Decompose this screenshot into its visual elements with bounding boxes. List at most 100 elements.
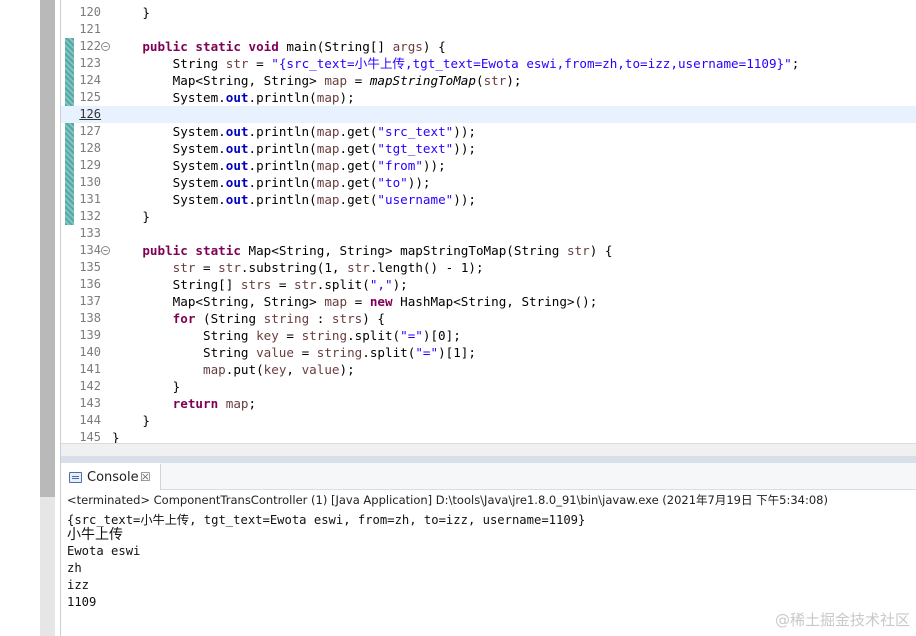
code-token: "src_text": [377, 124, 454, 139]
code-text: str = str.substring(1, str.length() - 1)…: [112, 259, 484, 276]
code-line[interactable]: 125 System.out.println(map);: [61, 89, 916, 106]
code-line[interactable]: 145}: [61, 429, 916, 443]
code-line[interactable]: 132 }: [61, 208, 916, 225]
code-token: public static void: [142, 39, 279, 54]
code-text: System.out.println(map.get("tgt_text"));: [112, 140, 476, 157]
code-token: .get(: [339, 192, 378, 207]
line-number: 143: [79, 396, 101, 410]
output-line: {src_text=小牛上传, tgt_text=Ewota eswi, fro…: [67, 513, 586, 527]
code-token: }: [112, 209, 150, 224]
line-number: 122: [79, 39, 101, 53]
code-line[interactable]: 126: [61, 106, 916, 123]
code-line[interactable]: 131 System.out.println(map.get("username…: [61, 191, 916, 208]
code-token: .println(: [248, 90, 317, 105]
code-line[interactable]: 142 }: [61, 378, 916, 395]
line-number: 124: [79, 73, 101, 87]
code-line[interactable]: 120 }: [61, 4, 916, 21]
code-line[interactable]: 133: [61, 225, 916, 242]
code-token: Map<String, String>: [112, 73, 325, 88]
code-token: map: [324, 73, 348, 88]
code-token: )[1];: [438, 345, 476, 360]
line-number: 144: [79, 413, 101, 427]
code-token: value: [301, 362, 340, 377]
code-line[interactable]: 139 String key = string.split("=")[0];: [61, 327, 916, 344]
fold-toggle-icon[interactable]: −: [101, 42, 110, 51]
line-number: 131: [79, 192, 101, 206]
code-line[interactable]: 141 map.put(key, value);: [61, 361, 916, 378]
line-number: 141: [79, 362, 101, 376]
code-token: string: [316, 345, 363, 360]
code-token: ",": [369, 277, 393, 292]
tab-console[interactable]: Console ☒: [61, 463, 161, 490]
code-token: )[0];: [422, 328, 461, 343]
code-token: :: [309, 311, 332, 326]
code-line[interactable]: 122− public static void main(String[] ar…: [61, 38, 916, 55]
fold-toggle-icon[interactable]: −: [101, 246, 110, 255]
code-token: .println(: [248, 158, 317, 173]
code-line[interactable]: 129 System.out.println(map.get("from"));: [61, 157, 916, 174]
code-token: =: [347, 294, 370, 309]
code-line[interactable]: 127 System.out.println(map.get("src_text…: [61, 123, 916, 140]
code-line[interactable]: 137 Map<String, String> map = new HashMa…: [61, 293, 916, 310]
left-margin: [0, 0, 40, 636]
editor-horizontal-scrollbar[interactable]: [61, 443, 916, 456]
code-token: "username": [377, 192, 454, 207]
code-token: System.: [112, 124, 226, 139]
code-token: value: [256, 345, 294, 360]
code-line[interactable]: 138 for (String string : strs) {: [61, 310, 916, 327]
line-number: 140: [79, 345, 101, 359]
code-token: }: [112, 5, 150, 20]
code-token: ) {: [362, 311, 386, 326]
code-line[interactable]: 121: [61, 21, 916, 38]
code-line[interactable]: 123 String str = "{src_text=小牛上传,tgt_tex…: [61, 55, 916, 72]
code-token: Map<String, String>: [112, 294, 325, 309]
code-token: map: [316, 124, 340, 139]
code-editor[interactable]: 120 } 121 122− public static void main(Str…: [61, 0, 916, 443]
code-token: out: [225, 192, 249, 207]
line-number: 142: [79, 379, 101, 393]
code-text: System.out.println(map.get("to"));: [112, 174, 431, 191]
code-token: key: [263, 362, 287, 377]
code-token: }: [112, 430, 120, 443]
terminated-status: <terminated> ComponentTransController (1…: [67, 493, 828, 507]
line-number: 139: [79, 328, 101, 342]
code-token: ));: [407, 175, 431, 190]
close-icon[interactable]: ☒: [140, 470, 151, 484]
line-number: 125: [79, 90, 101, 104]
code-token: out: [225, 90, 249, 105]
code-text: System.out.println(map.get("src_text"));: [112, 123, 476, 140]
line-number: 145: [79, 430, 101, 443]
code-token: str: [294, 277, 317, 292]
code-token: }: [112, 413, 150, 428]
code-text: public static Map<String, String> mapStr…: [112, 242, 612, 259]
code-token: public static: [142, 243, 241, 258]
code-token: map: [316, 90, 340, 105]
code-text: String str = "{src_text=小牛上传,tgt_text=Ew…: [112, 55, 800, 72]
code-token: ));: [453, 141, 476, 156]
code-line[interactable]: 143 return map;: [61, 395, 916, 412]
line-number: 121: [79, 22, 101, 36]
line-number: 132: [79, 209, 101, 223]
code-line[interactable]: 130 System.out.println(map.get("to"));: [61, 174, 916, 191]
code-token: (: [475, 73, 484, 88]
code-line[interactable]: 140 String value = string.split("=")[1];: [61, 344, 916, 361]
console-icon: [69, 472, 82, 483]
code-line[interactable]: 144 }: [61, 412, 916, 429]
code-line[interactable]: 136 String[] strs = str.split(",");: [61, 276, 916, 293]
code-text: Map<String, String> map = new HashMap<St…: [112, 293, 598, 310]
code-token: =: [195, 260, 219, 275]
code-token: .split(: [347, 328, 401, 343]
code-line[interactable]: 134− public static Map<String, String> m…: [61, 242, 916, 259]
code-text: System.out.println(map.get("from"));: [112, 157, 446, 174]
watermark: @稀土掘金技术社区: [774, 611, 910, 629]
code-text: Map<String, String> map = mapStringToMap…: [112, 72, 522, 89]
code-line[interactable]: 135 str = str.substring(1, str.length() …: [61, 259, 916, 276]
code-text: }: [112, 429, 120, 443]
code-line[interactable]: 128 System.out.println(map.get("tgt_text…: [61, 140, 916, 157]
code-line[interactable]: 124 Map<String, String> map = mapStringT…: [61, 72, 916, 89]
output-line: zh: [67, 561, 82, 575]
panel-sash[interactable]: [61, 456, 916, 463]
output-line: Ewota eswi: [67, 544, 141, 558]
code-token: ;: [248, 396, 257, 411]
